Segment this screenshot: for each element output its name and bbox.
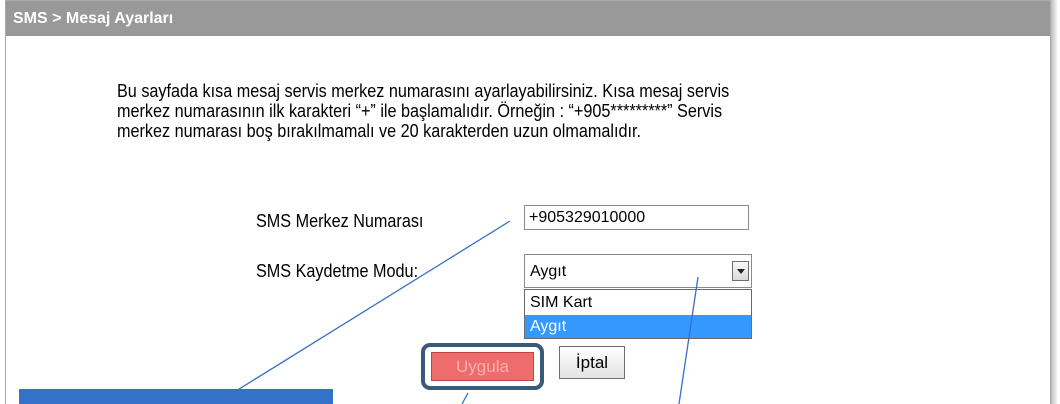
leader-line-apply — [461, 392, 469, 404]
leader-line-mode — [678, 276, 699, 404]
callout-leader-lines — [214, 220, 699, 404]
leader-line-number — [214, 220, 511, 404]
